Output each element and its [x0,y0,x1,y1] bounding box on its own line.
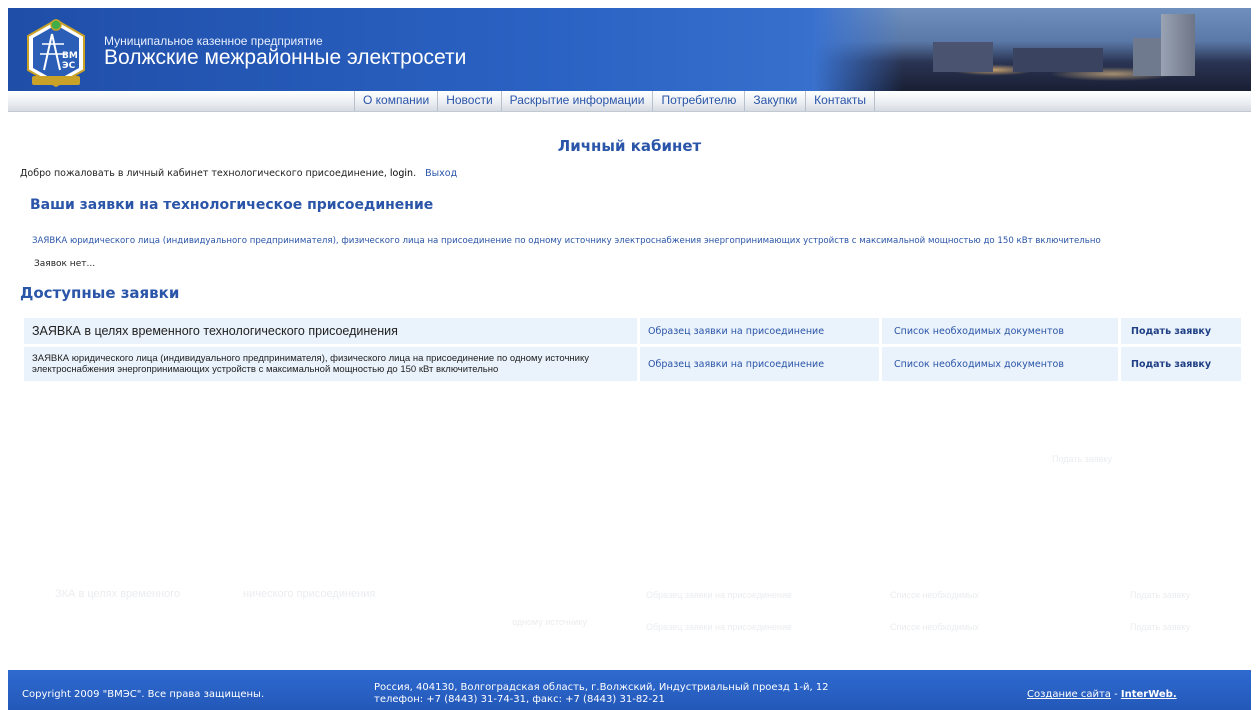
nav-item-contacts[interactable]: Контакты [805,91,876,111]
nav-item-disclosure[interactable]: Раскрытие информации [500,91,653,111]
no-requests-text: Заявок нет... [34,259,96,269]
ghost-text: нического присоединения [243,588,376,600]
copyright-text: Copyright 2009 "ВМЭС". Все права защищен… [22,689,265,700]
table-row: ЗАЯВКА юридического лица (индивидуальног… [24,347,1241,381]
main-nav: О компании Новости Раскрытие информации … [8,91,1251,112]
apply-link[interactable]: Подать заявку [1131,347,1241,381]
documents-link[interactable]: Список необходимых документов [894,318,1124,344]
ghost-text: Образец заявки на присоединение [646,590,793,600]
site-creation-link[interactable]: Создание сайта [1027,689,1111,700]
address-line: Россия, 404130, Волгоградская область, г… [374,682,829,693]
welcome-text: Добро пожаловать в личный кабинет технол… [20,168,387,179]
documents-link[interactable]: Список необходимых документов [894,347,1124,381]
nav-item-procurement[interactable]: Закупки [744,91,805,111]
ghost-text: Подать заявку [1052,454,1112,464]
ghost-text: одному источнику [512,617,587,627]
vmes-logo[interactable]: ВМ ЭС [24,18,88,90]
logout-link[interactable]: Выход [425,168,457,179]
welcome-message: Добро пожаловать в личный кабинет технол… [20,168,458,179]
request-type-link[interactable]: ЗАЯВКА юридического лица (индивидуальног… [32,236,1101,246]
table-row: ЗАЯВКА в целях временного технологическо… [24,318,1241,344]
my-requests-heading: Ваши заявки на технологическое присоедин… [30,197,434,213]
sample-link[interactable]: Образец заявки на присоединение [648,318,888,344]
ghost-text: Список необходимых [890,622,979,632]
site-credits: Создание сайта - InterWeb. [1027,689,1177,700]
available-requests-table: ЗАЯВКА в целях временного технологическо… [24,318,1241,384]
ghost-text: Подать заявку [1130,590,1190,600]
phone-line: телефон: +7 (8443) 31-74-31, факс: +7 (8… [374,694,665,705]
ghost-text: Образец заявки на присоединение [646,622,793,632]
request-name: ЗАЯВКА юридического лица (индивидуальног… [32,353,589,375]
contact-address: Россия, 404130, Волгоградская область, г… [374,682,829,706]
svg-text:ЭС: ЭС [62,61,76,71]
apply-link[interactable]: Подать заявку [1131,318,1241,344]
org-name: Волжские межрайонные электросети [104,46,467,69]
header-city-photo [813,8,1251,91]
nav-item-about[interactable]: О компании [354,91,437,111]
ghost-text: Подать заявку [1130,622,1190,632]
ghost-text: Список необходимых [890,590,979,600]
user-login: login [389,168,414,179]
interweb-link[interactable]: InterWeb. [1121,689,1177,700]
nav-item-consumer[interactable]: Потребителю [652,91,744,111]
site-footer: Copyright 2009 "ВМЭС". Все права защищен… [8,670,1251,710]
available-requests-heading: Доступные заявки [20,284,180,302]
request-name: ЗАЯВКА в целях временного технологическо… [32,324,398,338]
nav-item-news[interactable]: Новости [437,91,500,111]
site-header: ВМ ЭС Муниципальное казенное предприятие… [8,8,1251,91]
svg-text:ВМ: ВМ [62,51,78,61]
sample-link[interactable]: Образец заявки на присоединение [648,347,888,381]
ghost-text: ЗКА в целях временного [55,588,181,600]
page-title: Личный кабинет [557,137,702,155]
